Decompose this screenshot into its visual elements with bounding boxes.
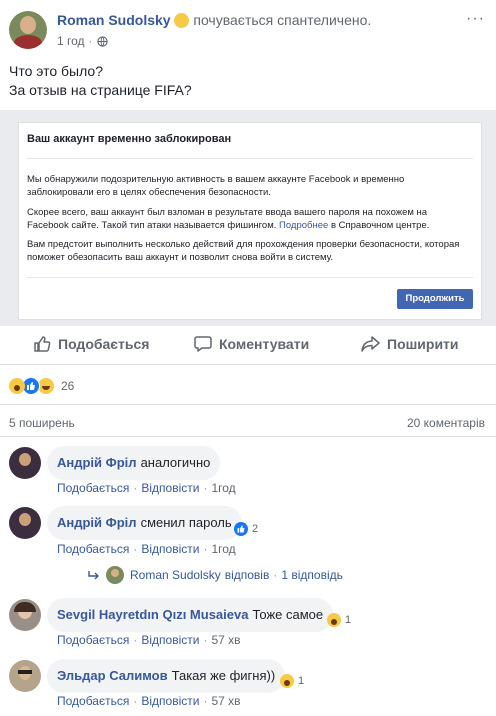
comment-text: Такая же фигня)) — [171, 668, 276, 683]
wow-reaction-icon — [280, 674, 294, 688]
dialog-paragraph-2: Скорее всего, ваш аккаунт был взломан в … — [27, 206, 447, 232]
wow-reaction-icon — [327, 613, 341, 627]
reply-author-avatar — [106, 566, 124, 584]
wow-reaction-icon — [9, 378, 25, 394]
globe-icon — [96, 35, 108, 47]
comment-text: аналогично — [140, 455, 211, 470]
comments-count[interactable]: 20 коментарів — [407, 416, 485, 430]
share-arrow-icon — [361, 336, 380, 352]
post-text-line2: За отзыв на странице FIFA? — [9, 82, 192, 98]
comment-reply-link[interactable]: Відповісти — [141, 694, 199, 708]
dialog-divider-bottom — [27, 277, 473, 278]
reply-author-name: Roman Sudolsky — [130, 568, 221, 582]
post-timestamp[interactable]: 1 год — [57, 34, 85, 48]
comment-reaction-count: 2 — [252, 523, 259, 535]
reaction-summary[interactable]: 26 — [9, 377, 74, 395]
comment-avatar[interactable] — [9, 599, 41, 631]
separator-dot: · — [203, 633, 208, 647]
comment-avatar[interactable] — [9, 447, 41, 479]
share-action-button[interactable]: Поширити — [361, 335, 459, 353]
thumbs-up-icon — [34, 336, 51, 352]
separator-dot: · — [133, 481, 138, 495]
comment-text: сменил пароль — [140, 515, 232, 530]
separator-dot: · — [273, 568, 278, 582]
like-action-label: Подобається — [58, 336, 150, 352]
separator-dot: · — [203, 694, 208, 708]
reply-arrow-icon — [88, 571, 99, 580]
dialog-title: Ваш аккаунт временно заблокирован — [27, 133, 232, 145]
separator-dot: · — [133, 633, 138, 647]
confused-emoji-icon — [174, 13, 190, 28]
comment-reactions[interactable]: 2 — [234, 522, 258, 536]
dialog-paragraph-2-end: в Справочном центре. — [328, 220, 430, 231]
comment-reaction-count: 1 — [345, 614, 352, 626]
comment-reaction-count: 1 — [298, 675, 305, 687]
post-text-line1: Что это было? — [9, 63, 104, 79]
comment-time[interactable]: 57 хв — [211, 694, 240, 708]
comment-bubble: Sevgil Hayretdın Qızı Musaieva Тоже самое — [47, 598, 334, 632]
stats-divider — [0, 404, 496, 405]
comment-author[interactable]: Андрій Фріл — [57, 515, 137, 530]
separator-dot: · — [133, 694, 138, 708]
comment-avatar[interactable] — [9, 507, 41, 539]
comment-bubble: Андрій Фріл аналогично — [47, 446, 221, 480]
action-bar-divider — [0, 364, 496, 365]
continue-button[interactable]: Продолжить — [397, 289, 473, 309]
comment-avatar[interactable] — [9, 660, 41, 692]
comment-bubble: Эльдар Салимов Такая же фигня)) — [47, 659, 286, 693]
comment-author[interactable]: Sevgil Hayretdın Qızı Musaieva — [57, 607, 248, 622]
comment-time[interactable]: 57 хв — [211, 633, 240, 647]
dialog-paragraph-3: Вам предстоит выполнить несколько действ… — [27, 239, 460, 263]
comment-like-link[interactable]: Подобається — [57, 694, 129, 708]
post-options-button[interactable]: ··· — [466, 10, 488, 27]
comment-reactions[interactable]: 1 — [327, 613, 351, 627]
comment-reply-link[interactable]: Відповісти — [141, 542, 199, 556]
comment-author[interactable]: Андрій Фріл — [57, 455, 137, 470]
comment-author[interactable]: Эльдар Салимов — [57, 668, 168, 683]
comment-action-label: Коментувати — [219, 336, 310, 352]
separator-dot: · — [133, 542, 138, 556]
comment-time[interactable]: 1год — [211, 542, 235, 556]
comment-action-button[interactable]: Коментувати — [194, 335, 309, 353]
locked-account-dialog: Ваш аккаунт временно заблокирован Мы обн… — [18, 122, 482, 320]
feeling-text: почувається спантеличено. — [193, 12, 372, 28]
dialog-divider — [27, 158, 473, 159]
comment-text: Тоже самое — [252, 607, 324, 622]
comment-icon — [194, 336, 212, 352]
view-replies-link[interactable]: Roman Sudolsky відповів · 1 відповідь — [88, 566, 343, 584]
author-name[interactable]: Roman Sudolsky — [57, 12, 171, 28]
comment-like-link[interactable]: Подобається — [57, 481, 129, 495]
comment-reply-link[interactable]: Відповісти — [141, 633, 199, 647]
dialog-paragraph-1: Мы обнаружили подозрительную активность … — [27, 174, 405, 198]
reply-count: 1 відповідь — [281, 568, 343, 582]
comment-like-link[interactable]: Подобається — [57, 633, 129, 647]
like-action-button[interactable]: Подобається — [33, 335, 149, 353]
separator-dot: · — [203, 542, 208, 556]
comment-bubble: Андрій Фріл сменил пароль — [47, 506, 242, 540]
reaction-count: 26 — [61, 379, 75, 393]
learn-more-link[interactable]: Подробнее — [279, 220, 328, 231]
like-reaction-icon — [234, 522, 248, 536]
comment-reply-link[interactable]: Відповісти — [141, 481, 199, 495]
stats-divider-bottom — [0, 436, 496, 437]
shares-count[interactable]: 5 поширень — [9, 416, 75, 430]
separator-dot: · — [88, 34, 93, 48]
reply-verb: відповів — [224, 568, 270, 582]
comment-reactions[interactable]: 1 — [280, 674, 304, 688]
share-action-label: Поширити — [387, 336, 459, 352]
comment-like-link[interactable]: Подобається — [57, 542, 129, 556]
author-avatar[interactable] — [9, 11, 47, 49]
separator-dot: · — [203, 481, 208, 495]
comment-time[interactable]: 1год — [211, 481, 235, 495]
